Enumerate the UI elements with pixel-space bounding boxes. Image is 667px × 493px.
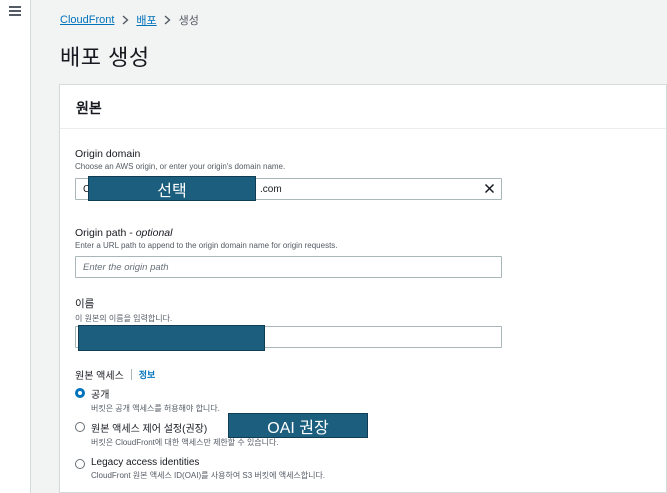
panel-title: 원본	[60, 85, 666, 129]
info-link[interactable]: 정보	[139, 368, 156, 381]
origin-path-field: Origin path - optional Enter a URL path …	[75, 227, 338, 250]
annotation-label: OAI 권장	[267, 419, 329, 437]
origin-access-label: 원본 액세스	[75, 371, 124, 382]
option-description: CloudFront 원본 액세스 ID(OAI)를 사용하여 S3 버킷에 액…	[91, 471, 326, 480]
hamburger-menu-icon[interactable]	[9, 6, 21, 17]
origin-path-placeholder: Enter the origin path	[83, 262, 169, 273]
origin-panel: 원본 Origin domain Choose an AWS origin, o…	[59, 84, 667, 493]
chevron-right-icon	[163, 14, 173, 26]
option-description: 버킷은 CloudFront에 대한 액세스만 제한할 수 있습니다.	[91, 438, 279, 447]
divider	[130, 369, 132, 380]
redaction-label: 선택	[157, 182, 187, 200]
annotation-oai-recommended: OAI 권장	[228, 413, 368, 438]
origin-domain-description: Choose an AWS origin, or enter your orig…	[75, 162, 286, 171]
radio-button-selected[interactable]	[75, 388, 85, 398]
radio-button[interactable]	[75, 459, 85, 469]
origin-path-description: Enter a URL path to append to the origin…	[75, 241, 338, 250]
origin-path-input[interactable]: Enter the origin path	[75, 256, 502, 278]
option-title: Legacy access identities	[91, 457, 200, 468]
name-label: 이름	[75, 298, 95, 310]
name-description: 이 원본의 이름을 입력합니다.	[75, 314, 173, 323]
page-title: 배포 생성	[60, 45, 150, 70]
radio-button[interactable]	[75, 422, 85, 432]
origin-path-label: Origin path - optional	[75, 227, 173, 239]
origin-domain-value-suffix: .com	[260, 184, 282, 195]
name-field: 이름 이 원본의 이름을 입력합니다.	[75, 296, 172, 324]
option-description: 버킷은 공개 액세스를 허용해야 합니다.	[91, 404, 220, 413]
origin-access-label-row: 원본 액세스 정보	[75, 367, 155, 382]
close-icon[interactable]	[483, 182, 496, 195]
breadcrumb-cloudfront[interactable]: CloudFront	[60, 14, 114, 26]
origin-domain-field: Origin domain Choose an AWS origin, or e…	[75, 148, 285, 171]
option-title: 공개	[91, 390, 110, 401]
breadcrumb-create: 생성	[178, 15, 199, 27]
radio-option-legacy-oai[interactable]: Legacy access identities CloudFront 원본 액…	[75, 457, 325, 481]
chevron-right-icon	[120, 14, 130, 26]
breadcrumb-distributions[interactable]: 배포	[136, 12, 156, 28]
redaction-box-name	[78, 325, 265, 351]
radio-option-public[interactable]: 공개 버킷은 공개 액세스를 허용해야 합니다.	[75, 386, 220, 414]
origin-domain-label: Origin domain	[75, 148, 141, 160]
redaction-box-origin: 선택	[88, 176, 256, 201]
side-navigation-rail	[0, 0, 31, 493]
breadcrumb: CloudFront 배포 생성	[60, 12, 199, 28]
